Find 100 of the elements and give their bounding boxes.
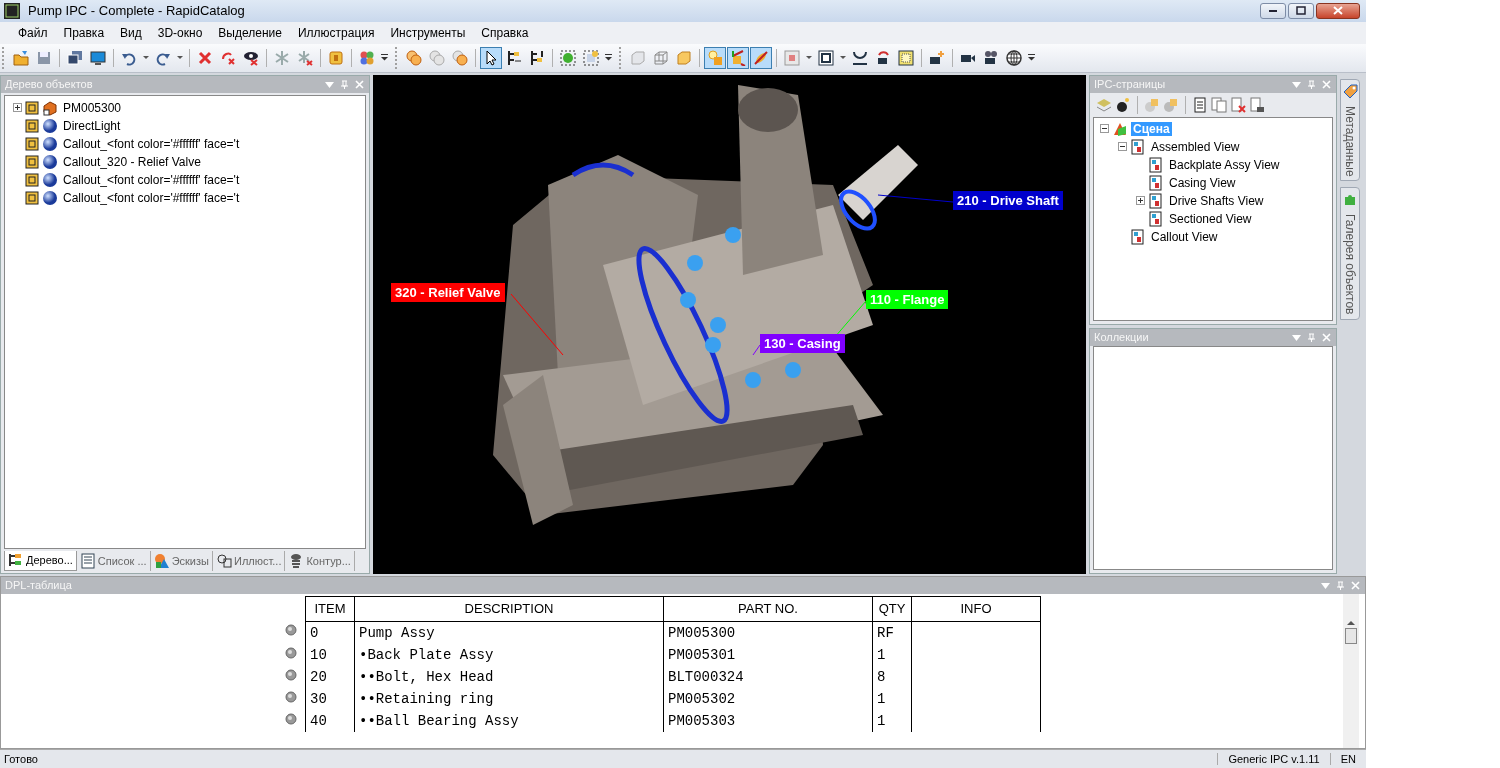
row-marker-icon[interactable] <box>285 712 297 725</box>
axes-box-button[interactable] <box>727 46 749 69</box>
row-marker-icon[interactable] <box>285 646 297 659</box>
windows-icon <box>67 49 83 66</box>
collapse-toggle[interactable] <box>1100 124 1109 134</box>
tree-item[interactable]: PM005300 <box>61 100 124 115</box>
menu-item[interactable]: Правка <box>55 23 113 42</box>
tree-up-icon <box>529 49 545 66</box>
tree-item[interactable]: Callout_<font color='#ffffff' face='t <box>61 136 242 151</box>
sphere-icon <box>42 153 58 170</box>
side-tab[interactable]: Галерея объектов <box>1340 187 1360 320</box>
shaded-cube-icon <box>676 49 692 66</box>
table-cell: ••Retaining ring <box>354 687 664 710</box>
sphere-icon <box>42 135 58 152</box>
pointer-icon <box>483 49 499 66</box>
callout-label[interactable]: 320 - Relief Valve <box>391 282 505 302</box>
wireframe-cube-icon <box>653 49 669 66</box>
column-header[interactable]: INFO <box>911 596 1041 622</box>
satellite-button[interactable] <box>750 46 772 69</box>
menu-item[interactable]: Справка <box>473 23 537 42</box>
tree-item[interactable]: Casing View <box>1167 175 1238 190</box>
menu-item[interactable]: Иллюстрация <box>289 23 383 42</box>
panel-tab[interactable]: Дерево... <box>4 550 77 571</box>
page-camera-icon[interactable] <box>1249 96 1265 113</box>
camera-plus-icon <box>929 49 945 66</box>
panel-title: IPC-страницы <box>1094 78 1167 91</box>
illustration-icon <box>215 552 232 569</box>
panel-tab[interactable]: Эскизы <box>150 550 213 571</box>
menu-item[interactable]: Выделение <box>210 23 290 42</box>
callout-label[interactable]: 130 - Casing <box>760 333 845 353</box>
sphere-icon <box>42 189 58 206</box>
table-cell: 20 <box>305 665 355 688</box>
panel-tab[interactable]: Список ... <box>76 550 151 571</box>
column-header[interactable]: DESCRIPTION <box>354 596 664 622</box>
visibility-icon[interactable] <box>25 172 39 187</box>
maximize-button[interactable] <box>1288 2 1314 19</box>
eye-delete-icon <box>243 49 259 66</box>
satellite-icon <box>753 49 769 66</box>
row-marker-icon[interactable] <box>285 668 297 681</box>
menu-item[interactable]: Файл <box>10 23 56 42</box>
visibility-icon[interactable] <box>25 190 39 205</box>
scrollbar[interactable] <box>1343 593 1359 749</box>
maximize-icon <box>1294 5 1308 17</box>
side-tab[interactable]: Метаданные <box>1340 78 1360 182</box>
fit-icon <box>784 49 800 66</box>
column-header[interactable]: PART NO. <box>663 596 873 622</box>
row-marker-icon[interactable] <box>285 690 297 703</box>
3d-viewport[interactable]: 210 - Drive Shaft 320 - Relief Valve 110 - Flange 130 - Casing <box>373 74 1086 574</box>
column-header[interactable]: ITEM <box>305 596 355 622</box>
bomb-icon[interactable] <box>1115 96 1131 113</box>
expand-toggle[interactable] <box>13 103 22 113</box>
light-box-icon <box>707 49 723 66</box>
tree-item[interactable]: Assembled View <box>1149 139 1242 154</box>
tree-icon <box>8 552 24 569</box>
tree-item[interactable]: Callout_<font color='#ffffff' face='t <box>61 172 242 187</box>
tree-item[interactable]: Callout_<font color='#ffffff' face='t <box>61 190 242 205</box>
copy-page-icon[interactable] <box>1211 96 1227 113</box>
tree-item[interactable]: Drive Shafts View <box>1167 193 1266 208</box>
tree-item[interactable]: Backplate Assy View <box>1167 157 1282 172</box>
snowflake-delete-icon <box>297 49 313 66</box>
callout-label[interactable]: 210 - Drive Shaft <box>953 190 1063 210</box>
table-cell: PM005302 <box>663 687 873 710</box>
caret-icon <box>143 56 149 60</box>
table-cell: 40 <box>305 709 355 732</box>
table-cell: 10 <box>305 643 355 666</box>
pointer-button[interactable] <box>480 46 502 69</box>
tree-item[interactable]: Sectioned View <box>1167 211 1254 226</box>
expand-toggle[interactable] <box>1136 196 1145 206</box>
menu-item[interactable]: Инструменты <box>382 23 474 42</box>
list-icon <box>79 552 96 569</box>
visibility-icon[interactable] <box>25 118 39 133</box>
axes-box-icon <box>730 49 746 66</box>
delete-page-icon[interactable] <box>1230 96 1246 113</box>
sphere-icon <box>42 171 58 188</box>
tree-item[interactable]: Callout View <box>1149 229 1220 244</box>
table-cell: BLT000324 <box>663 665 873 688</box>
close-button[interactable] <box>1316 2 1360 19</box>
visibility-icon[interactable] <box>25 100 39 115</box>
minimize-button[interactable] <box>1260 2 1286 19</box>
assembly-icon <box>42 99 58 116</box>
page-icon[interactable] <box>1192 96 1208 113</box>
tree-item[interactable]: Callout_320 - Relief Valve <box>61 154 203 169</box>
tree-item[interactable]: DirectLight <box>61 118 123 133</box>
table-cell: PM005303 <box>663 709 873 732</box>
table-cell: 30 <box>305 687 355 710</box>
visibility-icon[interactable] <box>25 136 39 151</box>
panel-tab[interactable]: Иллюст... <box>212 550 286 571</box>
toolbar-overflow-icon <box>1027 54 1035 62</box>
visibility-icon[interactable] <box>25 154 39 169</box>
panel-tab[interactable]: Контур... <box>285 550 355 571</box>
collapse-toggle[interactable] <box>1118 142 1127 152</box>
table-cell: 1 <box>872 709 912 732</box>
mixed-spheres-icon <box>452 49 468 66</box>
table-cell: 0 <box>305 621 355 644</box>
scroll-thumb[interactable] <box>1345 627 1357 644</box>
column-header[interactable]: QTY <box>872 596 912 622</box>
menu-item[interactable]: Вид <box>112 23 150 42</box>
light-box-button[interactable] <box>704 46 726 69</box>
menu-item[interactable]: 3D-окно <box>149 23 211 42</box>
row-marker-icon[interactable] <box>285 624 297 637</box>
